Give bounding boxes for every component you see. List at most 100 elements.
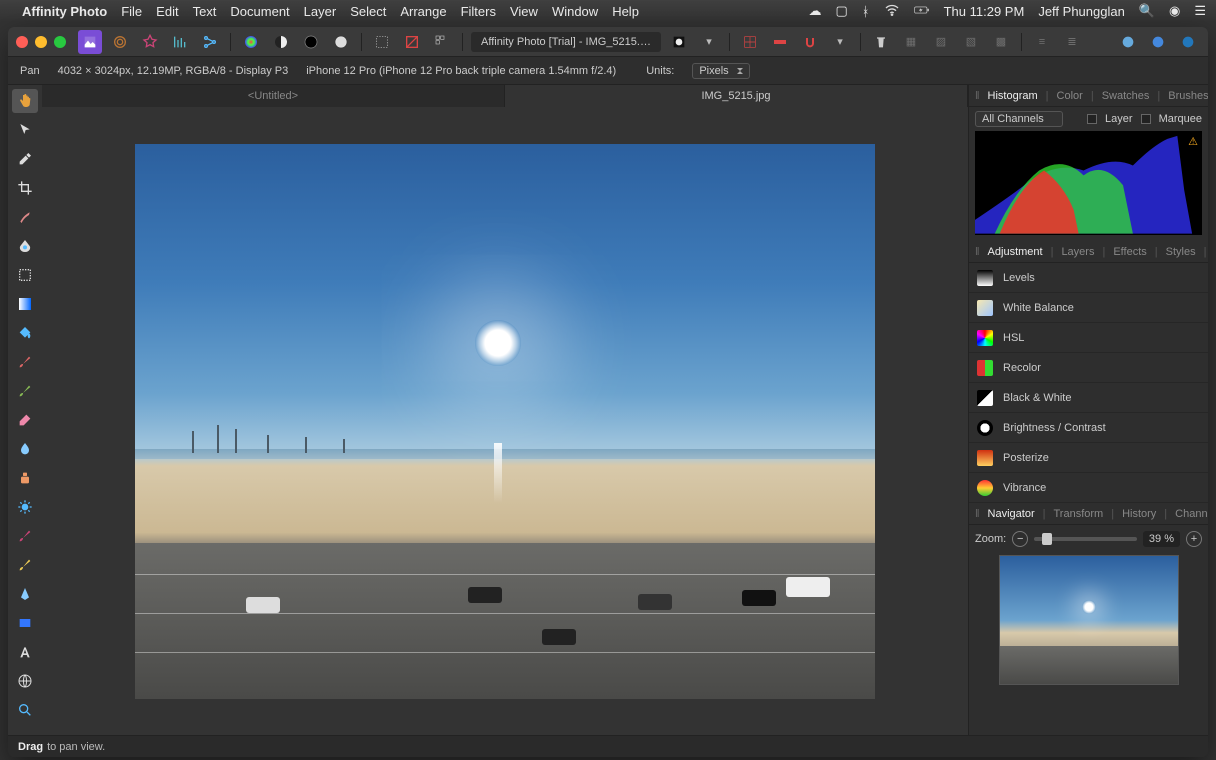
window-close-button[interactable] (16, 36, 28, 48)
record-icon[interactable] (667, 30, 691, 54)
arrange-front-icon[interactable]: ▩ (989, 30, 1013, 54)
tab-effects[interactable]: Effects (1113, 246, 1146, 258)
arrange-back-icon[interactable]: ▦ (899, 30, 923, 54)
tool-crop[interactable] (12, 176, 38, 200)
spotlight-icon[interactable]: 🔍 (1139, 3, 1155, 19)
help-icon-toolbar[interactable] (1176, 30, 1200, 54)
tool-sponge[interactable] (12, 553, 38, 577)
handle-icon[interactable]: ‖ (975, 90, 980, 102)
align-center-icon[interactable]: ≣ (1060, 30, 1084, 54)
zoom-value[interactable]: 39 % (1143, 531, 1180, 547)
bluetooth-icon[interactable]: ᚼ (862, 4, 870, 19)
tab-styles[interactable]: Styles (1166, 246, 1196, 258)
assistant-icon[interactable] (1116, 30, 1140, 54)
adjustment-recolor[interactable]: Recolor (969, 353, 1208, 383)
selection-tool-icon[interactable] (370, 30, 394, 54)
zoom-slider[interactable] (1034, 537, 1137, 541)
adjustment-brightness-contrast[interactable]: Brightness / Contrast (969, 413, 1208, 443)
quick-mask-icon[interactable] (400, 30, 424, 54)
menu-view[interactable]: View (510, 4, 538, 19)
document-tab-img5215[interactable]: IMG_5215.jpg (505, 85, 968, 107)
dropdown-arrow-2-icon[interactable]: ▾ (828, 30, 852, 54)
canvas[interactable] (42, 107, 968, 735)
app-name[interactable]: Affinity Photo (22, 4, 107, 19)
navigator-thumbnail[interactable] (999, 555, 1179, 685)
account-icon[interactable] (1146, 30, 1170, 54)
zoom-out-button[interactable]: − (1012, 531, 1028, 547)
airplay-icon[interactable]: ▢ (836, 3, 848, 19)
tool-pen[interactable] (12, 582, 38, 606)
tool-shape-rect[interactable] (12, 611, 38, 635)
tool-paint-mixer[interactable] (12, 379, 38, 403)
align-left-icon[interactable]: ≡ (1030, 30, 1054, 54)
menu-document[interactable]: Document (230, 4, 289, 19)
arrange-forward-icon[interactable]: ▧ (959, 30, 983, 54)
tool-blur[interactable] (12, 437, 38, 461)
siri-icon[interactable]: ◉ (1169, 3, 1180, 19)
histogram-layer-checkbox[interactable] (1087, 114, 1097, 124)
tool-move[interactable] (12, 118, 38, 142)
split-circle-icon[interactable] (269, 30, 293, 54)
menu-filters[interactable]: Filters (461, 4, 496, 19)
ruler-toggle-icon[interactable] (768, 30, 792, 54)
persona-photo-icon[interactable] (78, 30, 102, 54)
window-minimize-button[interactable] (35, 36, 47, 48)
tool-flood-select[interactable] (12, 234, 38, 258)
adjustment-levels[interactable]: Levels (969, 263, 1208, 293)
tool-clone[interactable] (12, 466, 38, 490)
persona-export-icon[interactable] (198, 30, 222, 54)
tab-swatches[interactable]: Swatches (1102, 90, 1150, 102)
window-zoom-button[interactable] (54, 36, 66, 48)
arrange-backward-icon[interactable]: ▨ (929, 30, 953, 54)
tool-flood-fill[interactable] (12, 321, 38, 345)
tool-view-hand[interactable] (12, 89, 38, 113)
adjustment-posterize[interactable]: Posterize (969, 443, 1208, 473)
tab-transform[interactable]: Transform (1053, 508, 1103, 520)
adjustment-hsl[interactable]: HSL (969, 323, 1208, 353)
tool-inpainting[interactable] (12, 524, 38, 548)
adjustment-vibrance[interactable]: Vibrance (969, 473, 1208, 503)
menu-layer[interactable]: Layer (304, 4, 337, 19)
menu-select[interactable]: Select (350, 4, 386, 19)
grid-toggle-icon[interactable] (738, 30, 762, 54)
tool-text[interactable] (12, 640, 38, 664)
histogram-channel-select[interactable]: All Channels (975, 111, 1063, 127)
document-tab-untitled[interactable]: <Untitled> (42, 85, 505, 107)
persona-tone-icon[interactable] (168, 30, 192, 54)
dropdown-arrow-icon[interactable]: ▾ (697, 30, 721, 54)
tab-color[interactable]: Color (1057, 90, 1083, 102)
tab-histogram[interactable]: Histogram (988, 90, 1038, 102)
menu-arrange[interactable]: Arrange (400, 4, 446, 19)
snapping-icon[interactable] (798, 30, 822, 54)
menubar-clock[interactable]: Thu 11:29 PM (944, 4, 1025, 19)
tool-dodge-burn[interactable] (12, 495, 38, 519)
menu-window[interactable]: Window (552, 4, 598, 19)
refine-icon[interactable] (430, 30, 454, 54)
tool-zoom[interactable] (12, 698, 38, 722)
zoom-in-button[interactable]: + (1186, 531, 1202, 547)
tool-marquee[interactable] (12, 263, 38, 287)
units-select[interactable]: Pixels (692, 63, 749, 79)
tool-mesh-warp[interactable] (12, 669, 38, 693)
tool-gradient[interactable] (12, 292, 38, 316)
handle-icon[interactable]: ‖ (975, 246, 980, 258)
control-center-icon[interactable]: ☰ (1194, 3, 1206, 19)
menu-file[interactable]: File (121, 4, 142, 19)
tab-adjustment[interactable]: Adjustment (988, 246, 1043, 258)
tab-channels[interactable]: Channels (1175, 508, 1208, 520)
tool-paint-brush[interactable] (12, 350, 38, 374)
tab-history[interactable]: History (1122, 508, 1156, 520)
handle-icon[interactable]: ‖ (975, 508, 980, 520)
menu-text[interactable]: Text (193, 4, 217, 19)
cloud-icon[interactable]: ☁︎ (809, 3, 822, 19)
adjustment-white-balance[interactable]: White Balance (969, 293, 1208, 323)
persona-liquify-icon[interactable] (108, 30, 132, 54)
battery-icon[interactable] (914, 2, 930, 21)
tab-brushes[interactable]: Brushes (1168, 90, 1208, 102)
tool-erase[interactable] (12, 408, 38, 432)
menu-help[interactable]: Help (612, 4, 639, 19)
tool-selection-brush[interactable] (12, 205, 38, 229)
hue-wheel-icon[interactable] (299, 30, 323, 54)
soft-circle-icon[interactable] (329, 30, 353, 54)
tab-layers[interactable]: Layers (1061, 246, 1094, 258)
